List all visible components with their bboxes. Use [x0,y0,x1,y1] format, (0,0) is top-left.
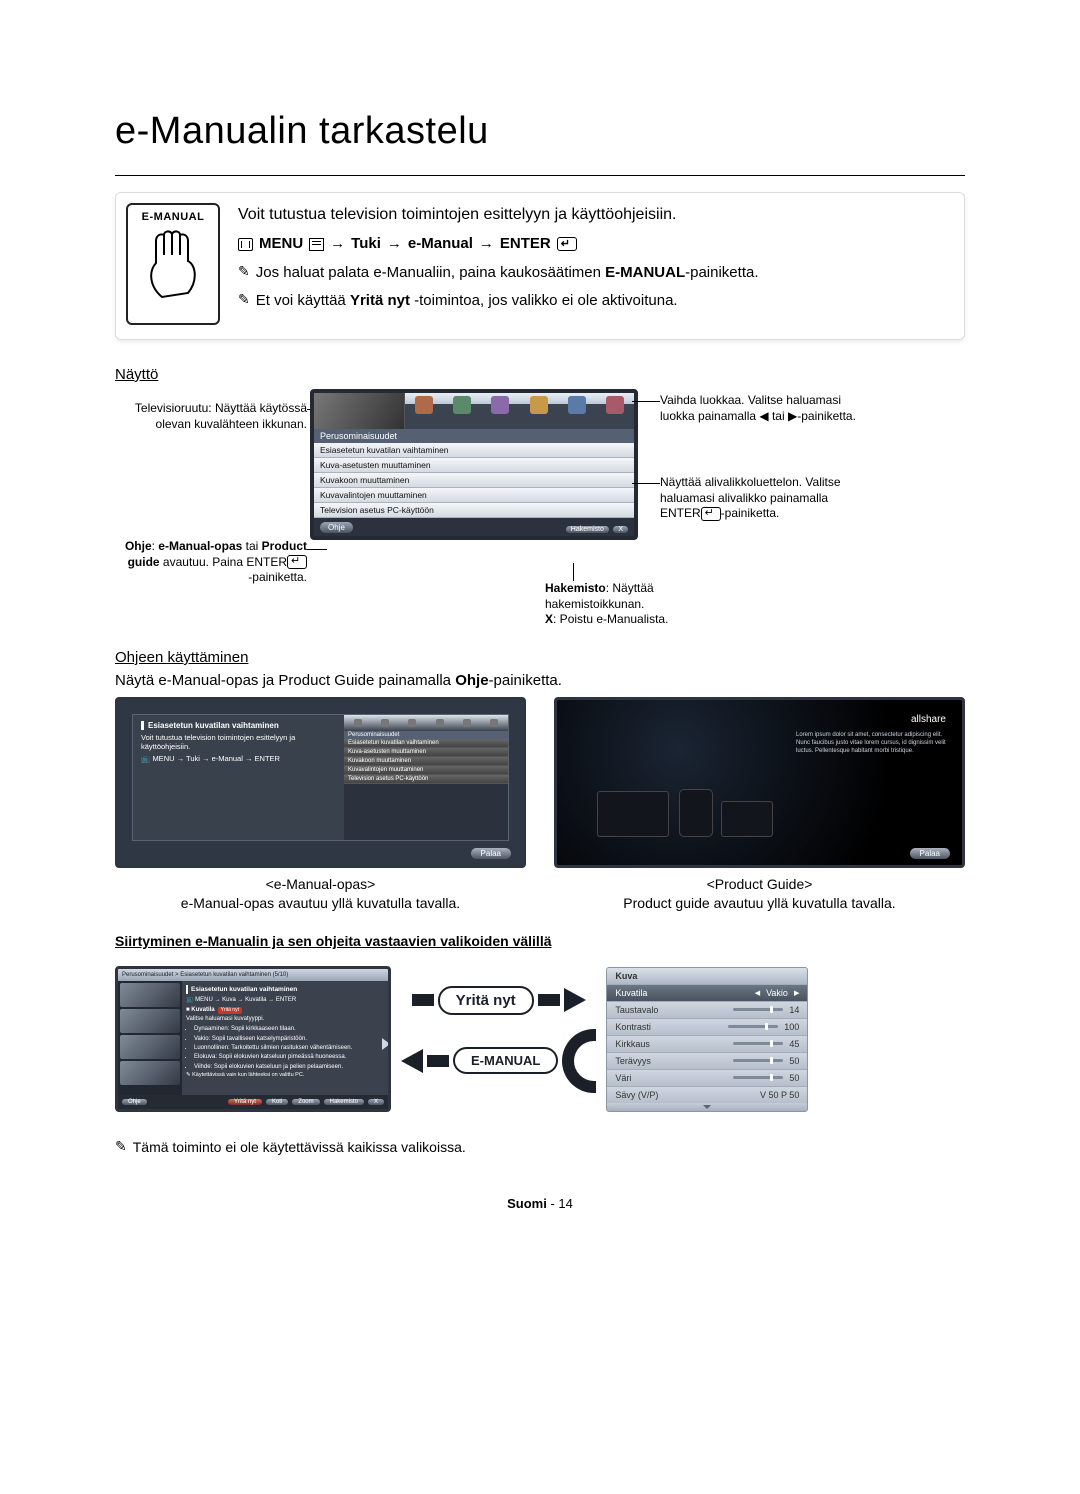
ftr-zoom[interactable]: Zoom [292,1099,319,1105]
ftr-index[interactable]: Hakemisto [324,1099,364,1105]
help-button[interactable]: Ohje [320,522,353,533]
menu-icon [309,238,324,251]
tv-thumbnail [314,393,405,429]
ftr-help[interactable]: Ohje [122,1099,147,1105]
index-button[interactable]: Hakemisto [566,526,609,533]
note-icon [115,1139,127,1156]
intro-note2: Et voi käyttää Yritä nyt -toimintoa, jos… [238,290,950,313]
settings-row[interactable]: Kirkkaus45 [607,1035,807,1052]
ftr-x[interactable]: X [368,1099,384,1105]
tv-screen: Perusominaisuudet Esiasetetun kuvatilan … [310,389,638,540]
emanual-guide-shot: Esiasetetun kuvatilan vaihtaminen Voit t… [115,697,526,868]
picture-settings-panel: Kuva Kuvatila◀Vakio▶Taustavalo14Kontrast… [606,967,808,1112]
category-label: Perusominaisuudet [314,429,634,443]
settings-header: Kuva [607,968,807,984]
close-button[interactable]: X [613,526,628,533]
ftr-home[interactable]: Koti [266,1099,288,1105]
section-switch: Siirtyminen e-Manualin ja sen ohjeita va… [115,933,965,949]
callout-category: Vaihda luokkaa. Valitse haluamasi luokka… [660,393,860,424]
caption-emanual: <e-Manual-opas> e-Manual-opas avautuu yl… [115,876,526,911]
submenu-item[interactable]: Kuva-asetusten muuttaminen [314,458,634,473]
back-button[interactable]: Palaa [910,848,950,859]
callout-tv: Televisioruutu: Näyttää käytössä olevan … [115,401,307,432]
emanual-button[interactable]: E-MANUAL [453,1047,558,1074]
settings-scroll-down-icon[interactable] [607,1103,807,1111]
submenu-item[interactable]: Kuvakoon muuttaminen [314,473,634,488]
settings-row[interactable]: Terävyys50 [607,1052,807,1069]
settings-row[interactable]: Väri50 [607,1069,807,1086]
emanual-page-shot: Perusominaisuudet > Esiasetetun kuvatila… [115,966,391,1112]
submenu-item[interactable]: Esiasetetun kuvatilan vaihtaminen [314,443,634,458]
callout-help: Ohje: e-Manual-opas tai Product guide av… [115,539,307,586]
remote-emanual-button: E-MANUAL [126,203,220,325]
left-arrow-icon [759,409,768,423]
try-now-button[interactable]: Yritä nyt [438,986,534,1015]
screen-diagram: Televisioruutu: Näyttää käytössä olevan … [115,389,965,619]
note-icon [238,262,250,285]
intro-text: Voit tutustua television toimintojen esi… [238,203,950,319]
return-arrow-icon [562,1029,596,1093]
intro-note1: Jos haluat palata e-Manualiin, paina kau… [238,262,950,285]
settings-row[interactable]: Sävy (V/P)V 50 P 50 [607,1086,807,1103]
thumbnail-sidebar [118,981,182,1095]
callout-submenu: Näyttää alivalikkoluettelon. Valitse hal… [660,475,860,522]
intro-box: E-MANUAL Voit tutustua television toimin… [115,192,965,340]
right-arrow-icon [788,409,797,423]
rule [115,175,965,176]
device-illustration [597,767,797,837]
enter-icon [701,507,721,521]
page-title: e-Manualin tarkastelu [115,110,965,153]
product-guide-shot: allshare Lorem ipsum dolor sit amet, con… [554,697,965,868]
back-button[interactable]: Palaa [471,848,511,859]
guide-blurb: Lorem ipsum dolor sit amet, consectetur … [796,732,946,755]
submenu-item[interactable]: Kuvavalintojen muuttaminen [314,488,634,503]
page-footer: Suomi - 14 [115,1196,965,1211]
osd-icon [238,238,253,251]
arrow-left-icon [401,1049,423,1073]
arrow-right-icon [564,988,586,1012]
section-display: Näyttö [115,366,965,383]
note-icon [238,290,250,313]
settings-row[interactable]: Kontrasti100 [607,1018,807,1035]
section-help: Ohjeen käyttäminen [115,649,965,666]
remote-emanual-label: E-MANUAL [142,211,205,223]
callout-index: Hakemisto: Näyttää hakemistoikkunan. X: … [545,581,745,628]
category-icons [405,393,634,429]
switch-buttons: Yritä nyt E-MANUAL [401,986,596,1093]
ftr-try[interactable]: Yritä nyt [228,1099,262,1105]
allshare-logo: allshare [911,714,946,725]
scroll-right-icon[interactable] [382,1038,390,1050]
caption-product-guide: <Product Guide> Product guide avautuu yl… [554,876,965,911]
settings-row[interactable]: Taustavalo14 [607,1001,807,1018]
submenu-item[interactable]: Television asetus PC-käyttöön [314,503,634,518]
settings-row[interactable]: Kuvatila◀Vakio▶ [607,984,807,1001]
submenu-list: Esiasetetun kuvatilan vaihtaminen Kuva-a… [314,443,634,518]
help-line: Näytä e-Manual-opas ja Product Guide pai… [115,672,965,689]
switch-diagram: Perusominaisuudet > Esiasetetun kuvatila… [115,959,965,1119]
enter-icon [557,237,577,251]
intro-lead: Voit tutustua television toimintojen esi… [238,203,950,227]
footnote: Tämä toiminto ei ole käytettävissä kaiki… [115,1139,965,1156]
menu-path: MENU → Tuki → e-Manual → ENTER [238,233,950,256]
hand-press-icon [142,227,204,305]
enter-icon [287,555,307,569]
